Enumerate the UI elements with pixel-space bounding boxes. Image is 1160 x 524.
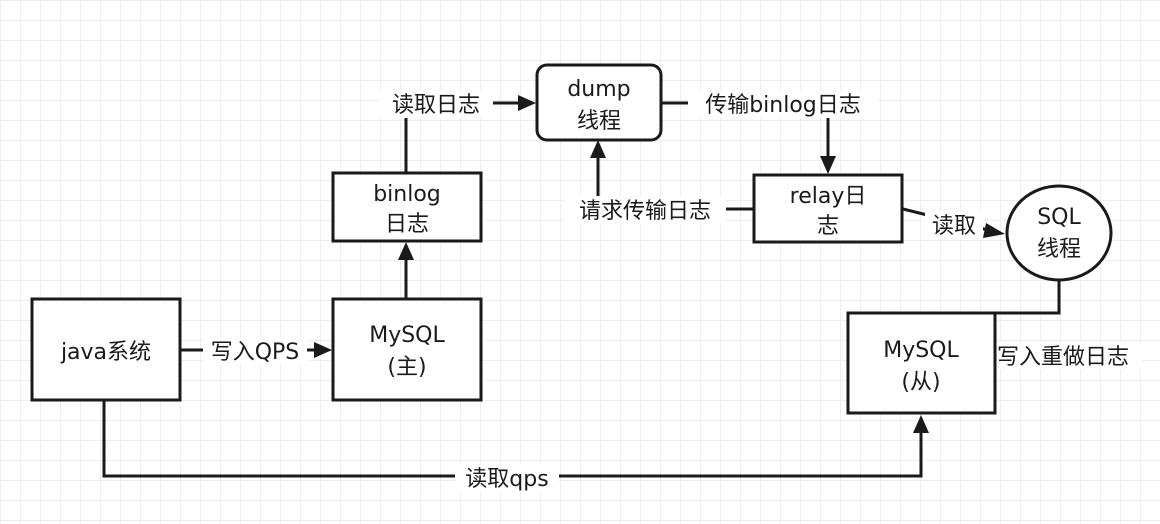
arrowhead-relay [820, 156, 836, 174]
mysql-slave-label-2: (从) [901, 370, 940, 395]
arrowhead-dump [518, 95, 536, 111]
edge-sql-to-slave [995, 281, 1061, 315]
label-write-qps: 写入QPS [211, 340, 300, 365]
sql-thread-ellipse [1005, 184, 1113, 282]
binlog-label-1: binlog [373, 182, 441, 207]
arrowhead-dump-request [590, 140, 606, 158]
dump-thread-label-1: dump [567, 77, 630, 102]
sql-thread-label-1: SQL [1037, 205, 1081, 230]
label-read: 读取 [932, 214, 976, 239]
label-request-transfer: 请求传输日志 [579, 199, 711, 224]
arrowhead-slave [913, 415, 929, 433]
mysql-master-label-2: (主) [387, 355, 426, 380]
arrowhead-sql [983, 223, 1005, 238]
mysql-slave-box [846, 311, 997, 415]
java-system-label: java系统 [60, 340, 151, 365]
sql-thread-label-2: 线程 [1037, 237, 1081, 262]
mysql-master-label-1: MySQL [369, 323, 445, 348]
mysql-master-box [331, 297, 483, 402]
label-transfer-binlog: 传输binlog日志 [705, 93, 861, 118]
label-read-log: 读取日志 [392, 93, 480, 118]
arrowhead-binlog [398, 242, 414, 260]
binlog-label-2: 日志 [385, 212, 429, 237]
dump-thread-label-2: 线程 [577, 109, 621, 134]
mysql-slave-label-1: MySQL [883, 338, 959, 363]
arrowhead-master [314, 342, 332, 358]
relay-log-label-2: 志 [817, 214, 839, 239]
label-write-redo: 写入重做日志 [997, 345, 1129, 370]
relay-log-label-1: relay日 [790, 184, 867, 209]
label-read-qps: 读取qps [465, 467, 548, 492]
